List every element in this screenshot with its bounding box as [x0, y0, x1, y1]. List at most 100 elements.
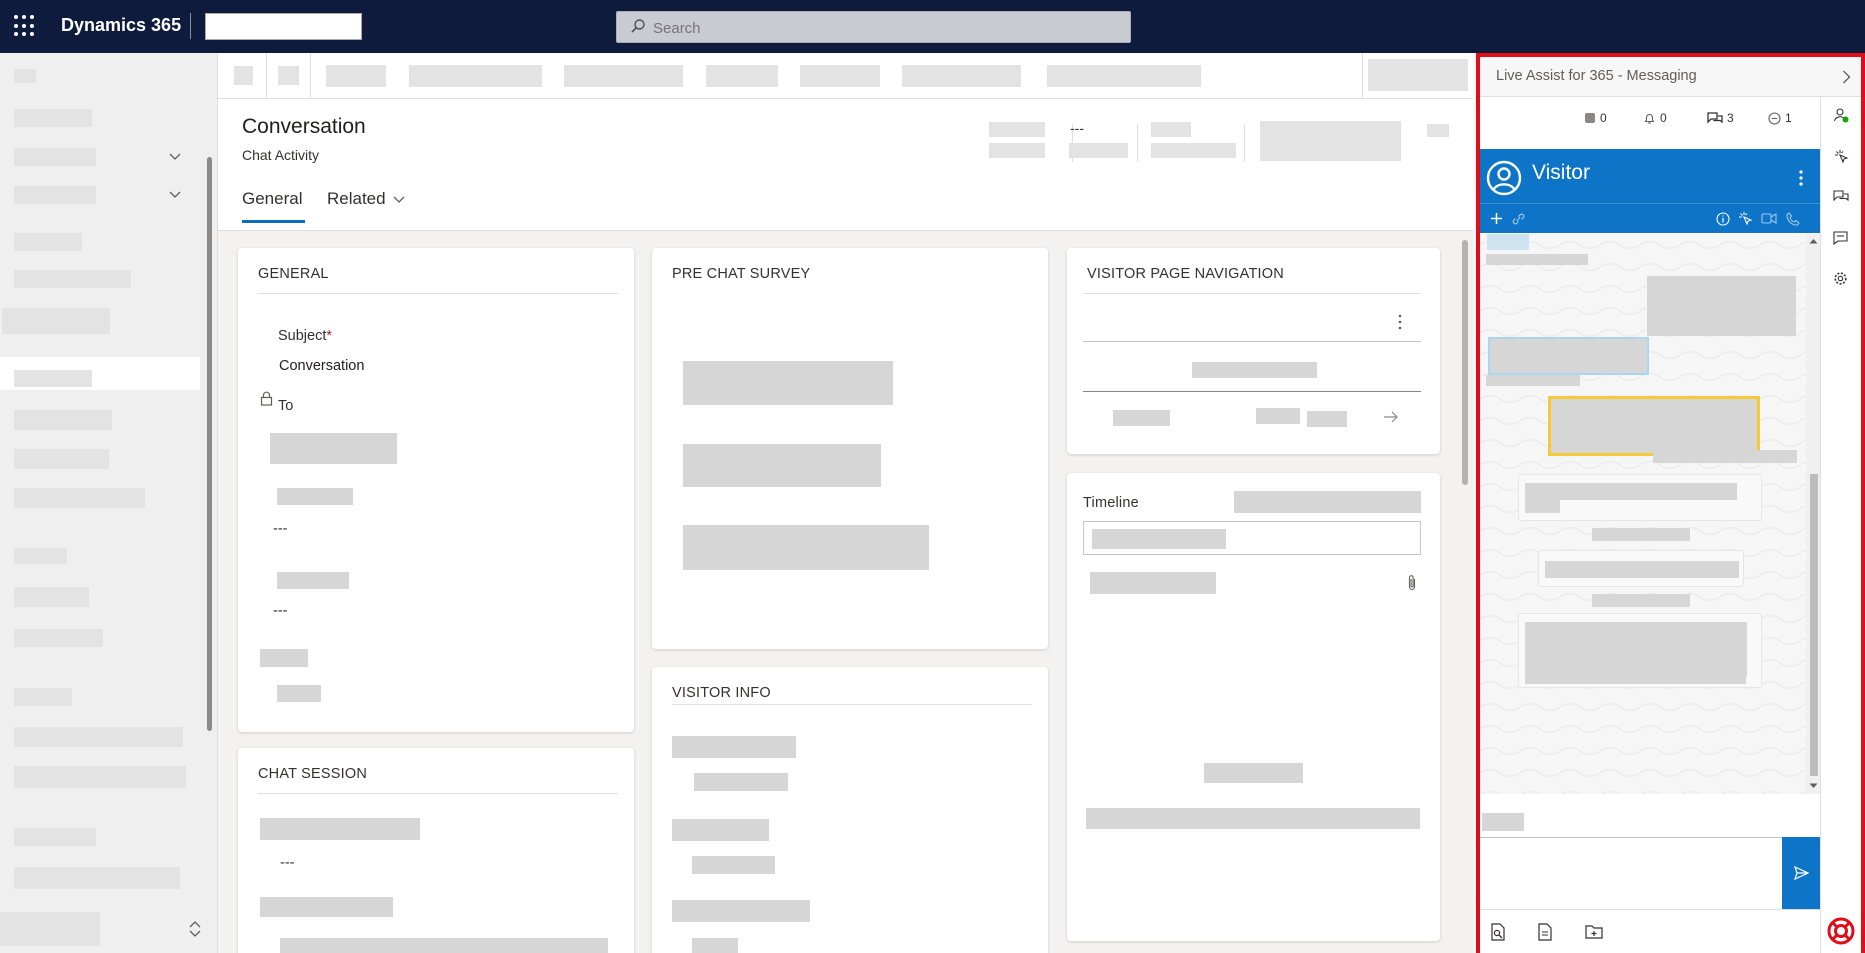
gear-icon[interactable]: [1833, 271, 1848, 286]
chat-scrollbar-thumb[interactable]: [1810, 474, 1818, 776]
timeline-search-input[interactable]: [1083, 521, 1421, 555]
section-title: GENERAL: [258, 266, 329, 282]
chevron-down-icon[interactable]: [169, 150, 181, 162]
field-value[interactable]: ---: [273, 521, 288, 537]
counter-item[interactable]: 0: [1643, 111, 1667, 125]
survey-field: [683, 361, 893, 405]
global-search[interactable]: [616, 11, 1131, 43]
counter-item[interactable]: 3: [1707, 111, 1734, 125]
nav-group[interactable]: [14, 186, 96, 204]
field-value[interactable]: ---: [273, 603, 288, 619]
tab-related[interactable]: Related: [327, 189, 386, 209]
help-lifebuoy-icon[interactable]: [1827, 917, 1855, 945]
nav-item[interactable]: [14, 270, 131, 288]
command-button[interactable]: [1047, 65, 1201, 87]
system-message-text: [1545, 561, 1739, 578]
field-value: [692, 856, 775, 874]
add-folder-icon[interactable]: [1585, 924, 1603, 939]
info-icon[interactable]: [1716, 212, 1730, 226]
counter-item[interactable]: 0: [1584, 111, 1607, 125]
cobrowse-icon[interactable]: [1738, 211, 1753, 226]
cobrowse-icon[interactable]: [1834, 149, 1849, 164]
command-separator: [266, 53, 267, 99]
app-name[interactable]: [205, 13, 362, 40]
header-field-label: [989, 143, 1045, 158]
nav-item[interactable]: [2, 308, 110, 334]
nav-item[interactable]: [14, 766, 186, 788]
command-button[interactable]: [278, 66, 299, 85]
subject-field[interactable]: Conversation: [279, 358, 364, 374]
typing-indicator: [1482, 813, 1524, 831]
tab-general[interactable]: General: [242, 189, 302, 209]
command-button[interactable]: [234, 66, 253, 85]
header-expand-button[interactable]: [1427, 124, 1449, 137]
agent-status-icon[interactable]: [1833, 107, 1849, 123]
send-icon: [1794, 866, 1809, 880]
chevron-down-icon[interactable]: [393, 193, 405, 205]
app-launcher-icon[interactable]: [14, 15, 36, 37]
video-icon[interactable]: [1761, 213, 1777, 224]
nav-item[interactable]: [14, 688, 72, 706]
chevron-down-icon[interactable]: [169, 188, 181, 200]
brand-title[interactable]: Dynamics 365: [61, 15, 181, 36]
chat-bubbles-icon[interactable]: [1833, 190, 1849, 204]
field-value[interactable]: [280, 938, 608, 953]
document-icon[interactable]: [1538, 923, 1552, 941]
section-title: VISITOR PAGE NAVIGATION: [1087, 266, 1284, 282]
field-value[interactable]: ---: [280, 855, 295, 871]
attachment-icon[interactable]: [1407, 574, 1417, 592]
nav-item[interactable]: [14, 410, 112, 430]
nav-item[interactable]: [14, 488, 145, 508]
nav-scrollbar[interactable]: [207, 157, 212, 731]
to-field-value[interactable]: [270, 433, 397, 464]
message-timestamp: [1486, 375, 1580, 386]
area-switcher[interactable]: [0, 912, 100, 946]
command-button[interactable]: [326, 65, 386, 87]
live-assist-panel: Live Assist for 365 - Messaging 0 0 3 1 …: [1476, 53, 1865, 953]
nav-item[interactable]: [14, 370, 92, 387]
command-button[interactable]: [902, 65, 1021, 87]
timeline-section: Timeline: [1067, 473, 1440, 941]
nav-item[interactable]: [14, 629, 103, 647]
nav-group[interactable]: [14, 148, 96, 166]
command-button[interactable]: [706, 65, 778, 87]
nav-item[interactable]: [14, 867, 180, 889]
search-document-icon[interactable]: [1490, 923, 1506, 941]
visitor-info-section: VISITOR INFO: [652, 667, 1048, 953]
nav-item[interactable]: [14, 587, 89, 607]
nav-item[interactable]: [14, 727, 183, 747]
nav-item[interactable]: [14, 233, 82, 251]
nav-item[interactable]: [14, 548, 67, 564]
scroll-up-icon[interactable]: [1809, 238, 1818, 244]
more-options-icon[interactable]: [1398, 314, 1402, 330]
section-title: PRE CHAT SURVEY: [672, 266, 811, 282]
search-input[interactable]: [653, 20, 1053, 37]
phone-icon[interactable]: [1786, 212, 1800, 226]
add-icon[interactable]: [1490, 212, 1503, 225]
form-scrollbar[interactable]: [1462, 240, 1468, 485]
field-value[interactable]: [277, 685, 321, 702]
message-icon[interactable]: [1833, 231, 1848, 245]
note-input[interactable]: [1090, 572, 1216, 594]
command-button[interactable]: [409, 65, 542, 87]
nav-item[interactable]: [14, 109, 92, 127]
up-down-chevron-icon[interactable]: [188, 920, 202, 938]
command-button[interactable]: [800, 65, 880, 87]
counter-item[interactable]: 1: [1768, 111, 1792, 125]
more-options-icon[interactable]: [1799, 170, 1803, 186]
timeline-search-placeholder: [1092, 529, 1226, 549]
chevron-right-icon[interactable]: [1842, 70, 1851, 84]
header-owner-field[interactable]: [1260, 121, 1401, 161]
message-compose-input[interactable]: [1480, 837, 1782, 909]
send-button[interactable]: [1782, 837, 1820, 909]
nav-collapse-icon[interactable]: [14, 69, 36, 83]
section-title: VISITOR INFO: [672, 685, 771, 701]
scroll-down-icon[interactable]: [1809, 783, 1818, 789]
command-button[interactable]: [564, 65, 683, 87]
timeline-toolbar[interactable]: [1234, 491, 1421, 513]
nav-item[interactable]: [14, 449, 109, 469]
nav-item[interactable]: [14, 828, 96, 846]
arrow-right-icon[interactable]: [1383, 411, 1399, 423]
link-icon[interactable]: [1511, 212, 1526, 226]
command-overflow-button[interactable]: [1368, 59, 1468, 91]
